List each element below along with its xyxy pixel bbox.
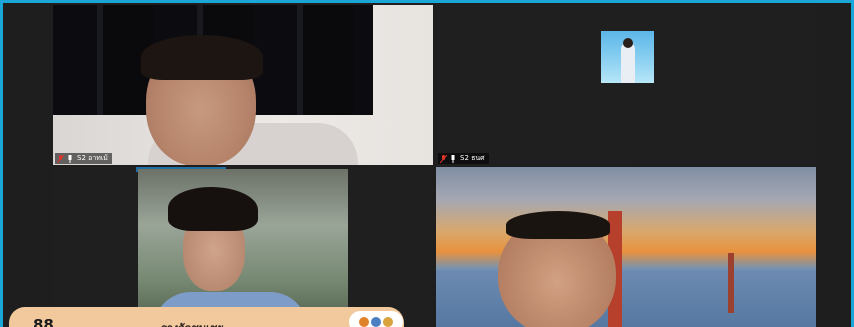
participant-hair: [506, 211, 610, 239]
participant-hair: [168, 187, 258, 231]
profile-head: [623, 38, 633, 48]
name-tag: S2 ธนศ: [438, 153, 489, 164]
participant-name: S2 ธนศ: [460, 154, 485, 162]
microphone-muted-icon: [57, 154, 64, 163]
virtual-background-water: [436, 270, 816, 327]
video-tile-1[interactable]: S2 อาทเม้: [53, 5, 433, 165]
video-tile-3[interactable]: [53, 167, 433, 327]
profile-picture: [601, 31, 654, 83]
video-tile-4[interactable]: [436, 167, 816, 327]
logo-icon: [349, 311, 403, 327]
award-banner: 88 รางวัลชมเชย: [9, 307, 404, 327]
profile-person: [621, 43, 635, 83]
bridge-tower-far: [728, 253, 734, 313]
pin-icon: [67, 154, 74, 163]
video-tile-2[interactable]: S2 ธนศ: [436, 5, 816, 165]
participant-video: [138, 169, 348, 327]
participant-name: S2 อาทเม้: [77, 154, 108, 162]
pin-icon: [450, 154, 457, 163]
name-tag: S2 อาทเม้: [55, 153, 112, 164]
participant-hair: [141, 35, 263, 80]
meeting-window: S2 อาทเม้ S2 ธนศ 88: [0, 0, 854, 327]
microphone-muted-icon: [440, 154, 447, 163]
banner-icon: 88: [33, 316, 54, 327]
banner-text: รางวัลชมเชย: [161, 319, 224, 327]
